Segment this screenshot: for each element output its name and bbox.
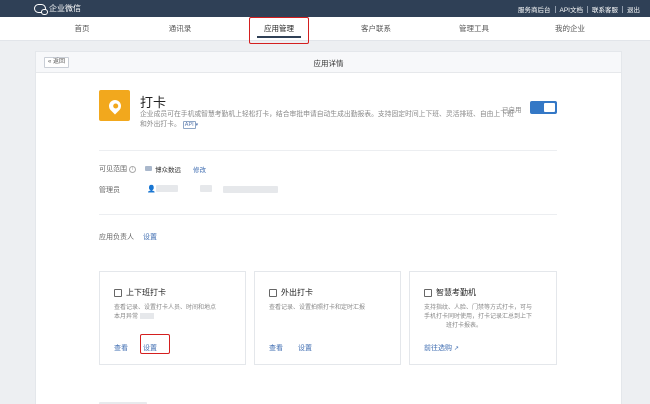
feature-desc-line: 查看记录、设置拍照打卡和定时汇报 <box>269 305 366 311</box>
nav-item-management-tools[interactable]: 管理工具 <box>452 17 496 41</box>
info-icon[interactable]: i <box>129 165 136 173</box>
admin-name-redacted <box>200 185 212 192</box>
feature-title: 智慧考勤机 <box>424 287 476 298</box>
page-title: 应用详情 <box>313 59 344 68</box>
scope-label-text: 可见范围 <box>99 166 127 173</box>
highlight-box-nav <box>249 17 309 44</box>
separator <box>587 5 588 13</box>
wecom-logo-icon <box>34 4 48 15</box>
nav-item-my-company[interactable]: 我的企业 <box>548 17 592 41</box>
feature-desc-text: 本月异常 <box>114 314 139 320</box>
owner-set-link[interactable]: 设置 <box>143 232 157 242</box>
settings-button[interactable]: 设置 <box>298 343 312 353</box>
buy-link[interactable]: 前往选购 ↗ <box>424 343 459 353</box>
admin-name-redacted <box>262 186 276 193</box>
chevron-down-icon: ▾ <box>195 122 199 128</box>
top-link-support[interactable]: 联系客服 <box>592 4 618 14</box>
scope-value: 博众数远 <box>155 167 181 174</box>
top-link-logout[interactable]: 退出 <box>627 4 640 14</box>
feature-card-attendance: 上下班打卡 查看记录、设置打卡人员、时间和地点 本月异常 查看 设置 <box>99 271 246 365</box>
owner-label: 应用负责人 <box>99 234 134 241</box>
user-icon: 👤 <box>147 186 156 193</box>
app-icon <box>99 90 130 121</box>
external-link-icon: ↗ <box>453 346 459 352</box>
top-bar: 企业微信 服务商后台 API文档 联系客服 退出 <box>0 0 650 17</box>
top-link-provider[interactable]: 服务商后台 <box>518 4 551 14</box>
main-nav: 首页 通讯录 应用管理 客户联系 管理工具 我的企业 <box>0 17 650 41</box>
count-redacted <box>139 313 154 320</box>
admin-name-redacted <box>156 185 178 192</box>
list-icon <box>114 288 122 297</box>
feature-actions: 查看 设置 <box>269 343 312 353</box>
card-header: « 返回 应用详情 <box>36 52 621 73</box>
view-button[interactable]: 查看 <box>114 343 128 353</box>
buy-link-text: 前往选购 <box>424 345 452 352</box>
feature-title: 上下班打卡 <box>114 287 166 298</box>
highlight-box-settings <box>140 334 170 354</box>
nav-item-contacts[interactable]: 通讯录 <box>160 17 200 41</box>
scope-label: 可见范围 i <box>99 164 136 174</box>
top-links: 服务商后台 API文档 联系客服 退出 <box>518 4 640 14</box>
enable-toggle[interactable] <box>530 101 557 114</box>
feature-description: 查看记录、设置拍照打卡和定时汇报 <box>269 304 365 313</box>
app-name: 打卡 <box>140 95 167 110</box>
feature-desc-line: 支持指纹、人脸、门禁等方式打卡，可与 <box>424 305 533 311</box>
feature-desc-line: 查看记录、设置打卡人员、时间和地点 <box>114 305 217 311</box>
feature-desc-line: 本月异常 <box>114 313 216 322</box>
briefcase-icon <box>269 288 277 297</box>
toggle-knob <box>544 103 555 112</box>
feature-description: 支持指纹、人脸、门禁等方式打卡，可与 手机打卡同时使用，打卡记录汇总到上下 班打… <box>424 304 532 331</box>
nav-item-customer-contact[interactable]: 客户联系 <box>354 17 398 41</box>
top-link-api-docs[interactable]: API文档 <box>560 4 583 14</box>
enabled-label: 已启用 <box>502 107 522 114</box>
brand-name: 企业微信 <box>49 4 81 13</box>
view-button[interactable]: 查看 <box>269 343 283 353</box>
app-description: 企业成员可在手机或智慧考勤机上轻松打卡，结合审批申请自动生成出勤报表。支持固定时… <box>140 110 515 130</box>
feature-title-text: 上下班打卡 <box>126 288 166 297</box>
feature-desc-line: 班打卡报表。 <box>446 323 483 329</box>
location-pin-icon <box>106 97 123 114</box>
divider <box>99 214 557 215</box>
feature-title: 外出打卡 <box>269 287 313 298</box>
divider <box>99 150 557 151</box>
api-tag[interactable]: API <box>182 121 196 129</box>
feature-desc-line: 手机打卡同时使用，打卡记录汇总到上下 <box>424 314 533 320</box>
folder-icon <box>145 166 152 171</box>
feature-card-outdoor: 外出打卡 查看记录、设置拍照打卡和定时汇报 查看 设置 <box>254 271 401 365</box>
feature-title-text: 外出打卡 <box>281 288 313 297</box>
separator <box>554 5 556 13</box>
nav-item-home[interactable]: 首页 <box>62 17 102 41</box>
admin-label: 管理员 <box>99 187 120 194</box>
feature-card-smart-machine: 智慧考勤机 支持指纹、人脸、门禁等方式打卡，可与 手机打卡同时使用，打卡记录汇总… <box>409 271 557 365</box>
feature-actions: 前往选购 ↗ <box>424 343 459 353</box>
feature-description: 查看记录、设置打卡人员、时间和地点 本月异常 <box>114 304 216 322</box>
feature-title-text: 智慧考勤机 <box>436 288 476 297</box>
image-icon <box>424 288 432 297</box>
brand[interactable]: 企业微信 <box>34 3 81 15</box>
scope-edit-link[interactable]: 修改 <box>193 164 206 174</box>
separator <box>622 5 623 13</box>
app-detail-card: « 返回 应用详情 打卡 企业成员可在手机或智慧考勤机上轻松打卡，结合审批申请自… <box>35 51 622 404</box>
